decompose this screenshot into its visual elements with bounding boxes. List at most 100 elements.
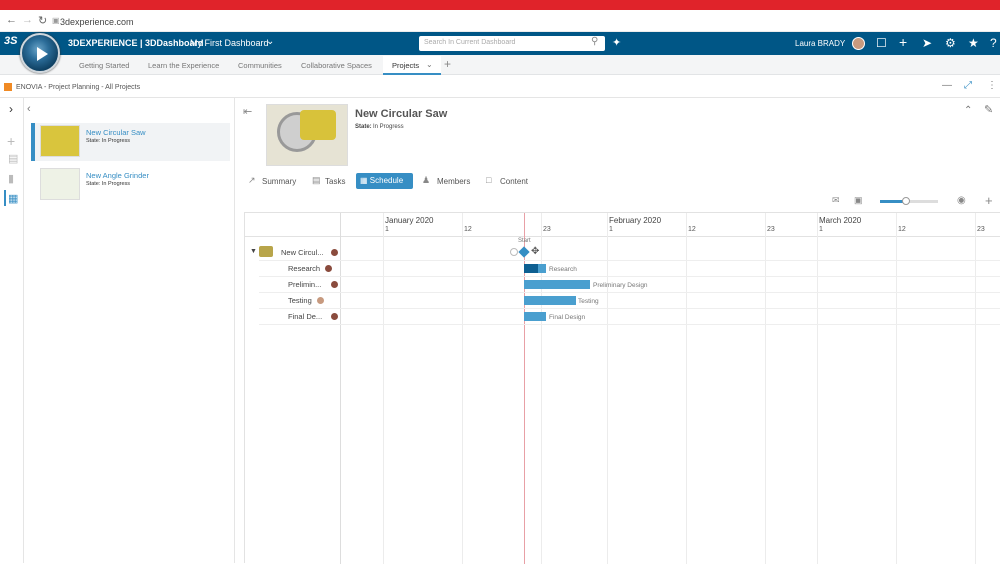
gantt-bar[interactable] xyxy=(524,312,546,321)
row-divider xyxy=(259,276,1000,277)
add-icon[interactable]: + xyxy=(899,34,907,50)
export-icon[interactable]: ✉ xyxy=(832,195,840,206)
list-toggle-icon[interactable]: ⇤ xyxy=(243,105,252,118)
eye-icon[interactable]: ◉ xyxy=(957,195,966,206)
minimize-icon[interactable]: — xyxy=(942,80,952,91)
fullscreen-icon[interactable]: ▣ xyxy=(854,195,863,206)
gantt-row-project[interactable]: New Circul... xyxy=(281,248,324,257)
day-label: 12 xyxy=(688,226,696,233)
add-tab-icon[interactable]: + xyxy=(444,57,451,71)
dashboard-selector[interactable]: My First Dashboard xyxy=(190,38,269,48)
tab-schedule-label: Schedule xyxy=(369,176,404,185)
project-title[interactable]: New Angle Grinder xyxy=(86,171,149,180)
gantt-row-task[interactable]: Final De... xyxy=(288,312,322,321)
tab-communities[interactable]: Communities xyxy=(238,61,282,70)
avatar[interactable] xyxy=(852,37,865,50)
month-label: March 2020 xyxy=(819,216,862,225)
ds-logo: 3S xyxy=(4,35,18,47)
chevron-down-icon[interactable]: ⌄ xyxy=(426,60,433,69)
tab-collaborative-spaces[interactable]: Collaborative Spaces xyxy=(301,61,372,70)
chevron-down-icon[interactable]: ⌄ xyxy=(266,36,274,47)
gantt-bar[interactable] xyxy=(524,264,538,273)
gantt-bar[interactable] xyxy=(538,264,546,273)
start-milestone[interactable] xyxy=(518,246,530,258)
month-label: February 2020 xyxy=(609,216,662,225)
tab-getting-started[interactable]: Getting Started xyxy=(79,61,129,70)
forward-icon[interactable]: → xyxy=(22,14,33,26)
row-divider xyxy=(259,260,1000,261)
tab-learn[interactable]: Learn the Experience xyxy=(148,61,219,70)
gantt-row-task[interactable]: Prelimin... xyxy=(288,280,321,289)
column-divider xyxy=(340,213,341,564)
avatar xyxy=(317,297,324,304)
grid-line xyxy=(896,213,897,564)
start-circle xyxy=(510,248,518,256)
tab-content[interactable]: Content xyxy=(496,175,532,189)
saw-body-image xyxy=(300,110,336,140)
add-task-icon[interactable]: + xyxy=(985,193,993,208)
reload-icon[interactable]: ↻ xyxy=(38,14,47,27)
edit-icon[interactable]: ✎ xyxy=(984,103,993,116)
help-icon[interactable]: ? xyxy=(990,36,997,50)
gantt-bar[interactable] xyxy=(524,280,590,289)
tree-toggle-icon[interactable]: ▼ xyxy=(250,248,257,255)
day-label: 23 xyxy=(543,226,551,233)
browser-toolbar xyxy=(0,10,1000,32)
tab-projects[interactable]: Projects xyxy=(392,61,419,70)
collapse-icon[interactable]: ‹ xyxy=(27,103,31,115)
add-project-icon[interactable]: + xyxy=(7,133,15,149)
project-title[interactable]: New Circular Saw xyxy=(86,128,146,137)
tab-members[interactable]: Members xyxy=(433,175,474,189)
tasks-icon: ▤ xyxy=(312,175,321,185)
grid-line xyxy=(765,213,766,564)
back-icon[interactable]: ← xyxy=(6,14,17,26)
page-title: New Circular Saw xyxy=(355,108,448,120)
day-label: 1 xyxy=(385,226,389,233)
address-bar[interactable]: 3dexperience.com xyxy=(60,17,134,27)
bar-label: Preliminary Design xyxy=(593,282,648,289)
tab-schedule[interactable]: ▦ Schedule xyxy=(356,173,413,189)
import-icon[interactable]: ▤ xyxy=(8,152,18,165)
collapse-header-icon[interactable]: ⌃ xyxy=(964,105,972,116)
compass-icon[interactable] xyxy=(20,33,60,73)
page-icon: ▣ xyxy=(52,16,60,25)
maximize-icon[interactable]: ⤢ xyxy=(964,80,972,91)
search-icon[interactable]: ⚲ xyxy=(591,36,598,47)
bar-label: Testing xyxy=(578,298,599,305)
move-cursor-icon: ✥ xyxy=(531,246,540,257)
gantt-bar[interactable] xyxy=(524,296,576,305)
search-input[interactable]: Search In Current Dashboard xyxy=(419,36,605,51)
folder-icon[interactable]: ▮ xyxy=(8,172,14,185)
gantt-row-task[interactable]: Testing xyxy=(288,296,312,305)
zoom-slider-handle[interactable] xyxy=(902,197,910,205)
more-icon[interactable]: ⋮ xyxy=(987,80,997,91)
members-icon: ♟ xyxy=(422,175,431,185)
share-icon[interactable]: ➤ xyxy=(922,36,932,50)
state-value: In Progress xyxy=(373,124,404,130)
project-thumbnail xyxy=(40,125,80,157)
breadcrumb: ENOVIA - Project Planning - All Projects xyxy=(16,84,141,91)
tab-summary[interactable]: Summary xyxy=(258,175,300,189)
network-icon[interactable]: ⚙ xyxy=(945,36,956,50)
day-label: 12 xyxy=(464,226,472,233)
avatar xyxy=(331,249,338,256)
selection-marker xyxy=(31,123,35,161)
calendar-icon: ▦ xyxy=(360,176,370,185)
active-indicator xyxy=(4,190,6,206)
projects-list-icon[interactable]: ▦ xyxy=(8,192,18,205)
tab-tasks[interactable]: Tasks xyxy=(321,175,349,189)
browser-top-strip xyxy=(0,0,1000,10)
expand-icon[interactable]: › xyxy=(9,102,13,116)
apps-icon[interactable]: ★ xyxy=(968,36,979,50)
tag-icon[interactable]: ✦ xyxy=(612,36,621,49)
avatar xyxy=(331,313,338,320)
gantt-chart: January 2020 February 2020 March 2020 1 … xyxy=(244,212,1000,564)
feedback-icon[interactable]: ☐ xyxy=(876,36,887,50)
bar-label: Final Design xyxy=(549,314,586,321)
bar-label: Research xyxy=(549,266,577,273)
enovia-icon xyxy=(4,83,12,91)
gantt-row-task[interactable]: Research xyxy=(288,264,320,273)
grid-line xyxy=(975,213,976,564)
grid-line xyxy=(686,213,687,564)
user-name[interactable]: Laura BRADY xyxy=(795,39,845,48)
